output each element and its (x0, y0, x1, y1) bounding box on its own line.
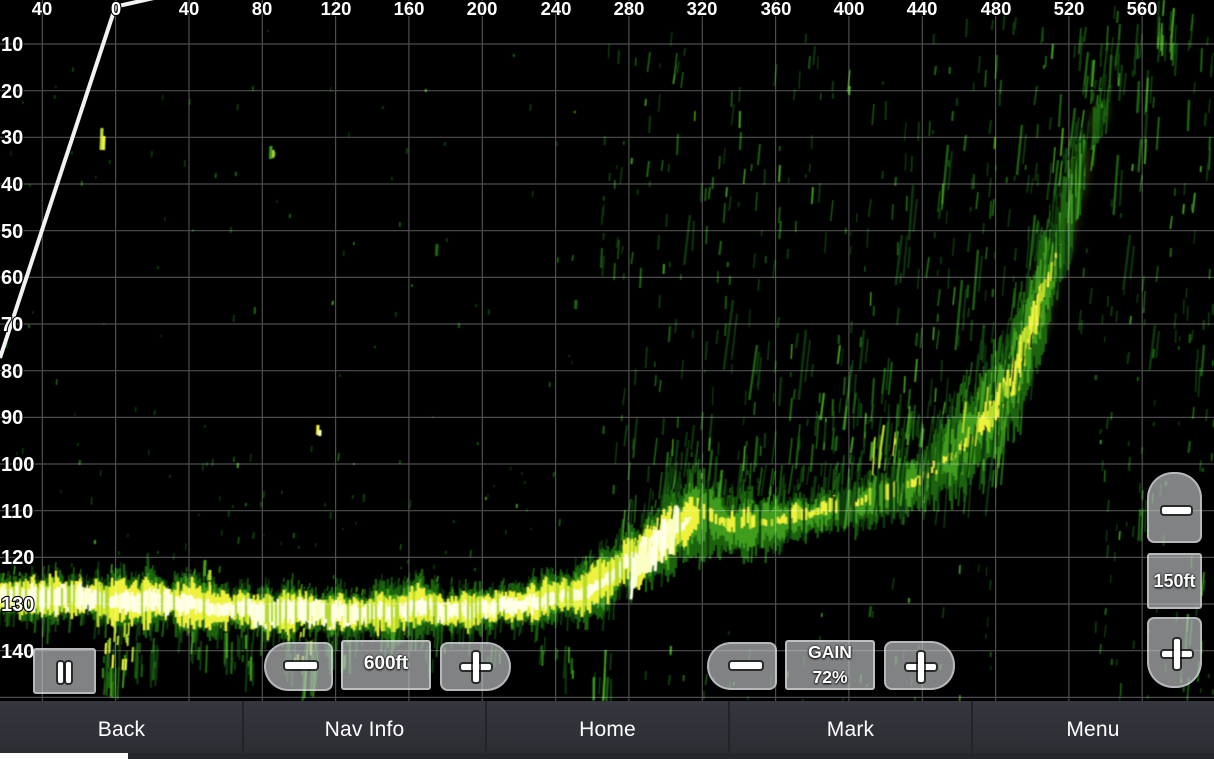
svg-text:120: 120 (1, 547, 34, 569)
svg-text:60: 60 (1, 267, 23, 289)
svg-text:360: 360 (761, 0, 792, 19)
svg-text:80: 80 (1, 361, 23, 383)
svg-text:320: 320 (687, 0, 718, 19)
svg-text:480: 480 (981, 0, 1012, 19)
svg-text:0: 0 (111, 0, 121, 19)
svg-text:280: 280 (614, 0, 645, 19)
svg-text:90: 90 (1, 407, 23, 429)
svg-text:120: 120 (321, 0, 352, 19)
svg-text:140: 140 (1, 641, 34, 663)
svg-text:100: 100 (1, 454, 34, 476)
svg-text:130: 130 (1, 594, 34, 616)
svg-text:440: 440 (907, 0, 938, 19)
svg-text:40: 40 (179, 0, 200, 19)
svg-text:80: 80 (252, 0, 273, 19)
svg-text:40: 40 (32, 0, 53, 19)
svg-text:50: 50 (1, 221, 23, 243)
svg-text:10: 10 (1, 34, 23, 56)
svg-text:160: 160 (394, 0, 425, 19)
svg-text:30: 30 (1, 127, 23, 149)
svg-text:520: 520 (1054, 0, 1085, 19)
svg-text:560: 560 (1127, 0, 1158, 19)
svg-text:40: 40 (1, 174, 23, 196)
svg-text:200: 200 (467, 0, 498, 19)
svg-text:70: 70 (1, 314, 23, 336)
svg-text:240: 240 (541, 0, 572, 19)
svg-text:110: 110 (1, 501, 33, 523)
svg-text:20: 20 (1, 81, 23, 103)
svg-text:400: 400 (834, 0, 865, 19)
